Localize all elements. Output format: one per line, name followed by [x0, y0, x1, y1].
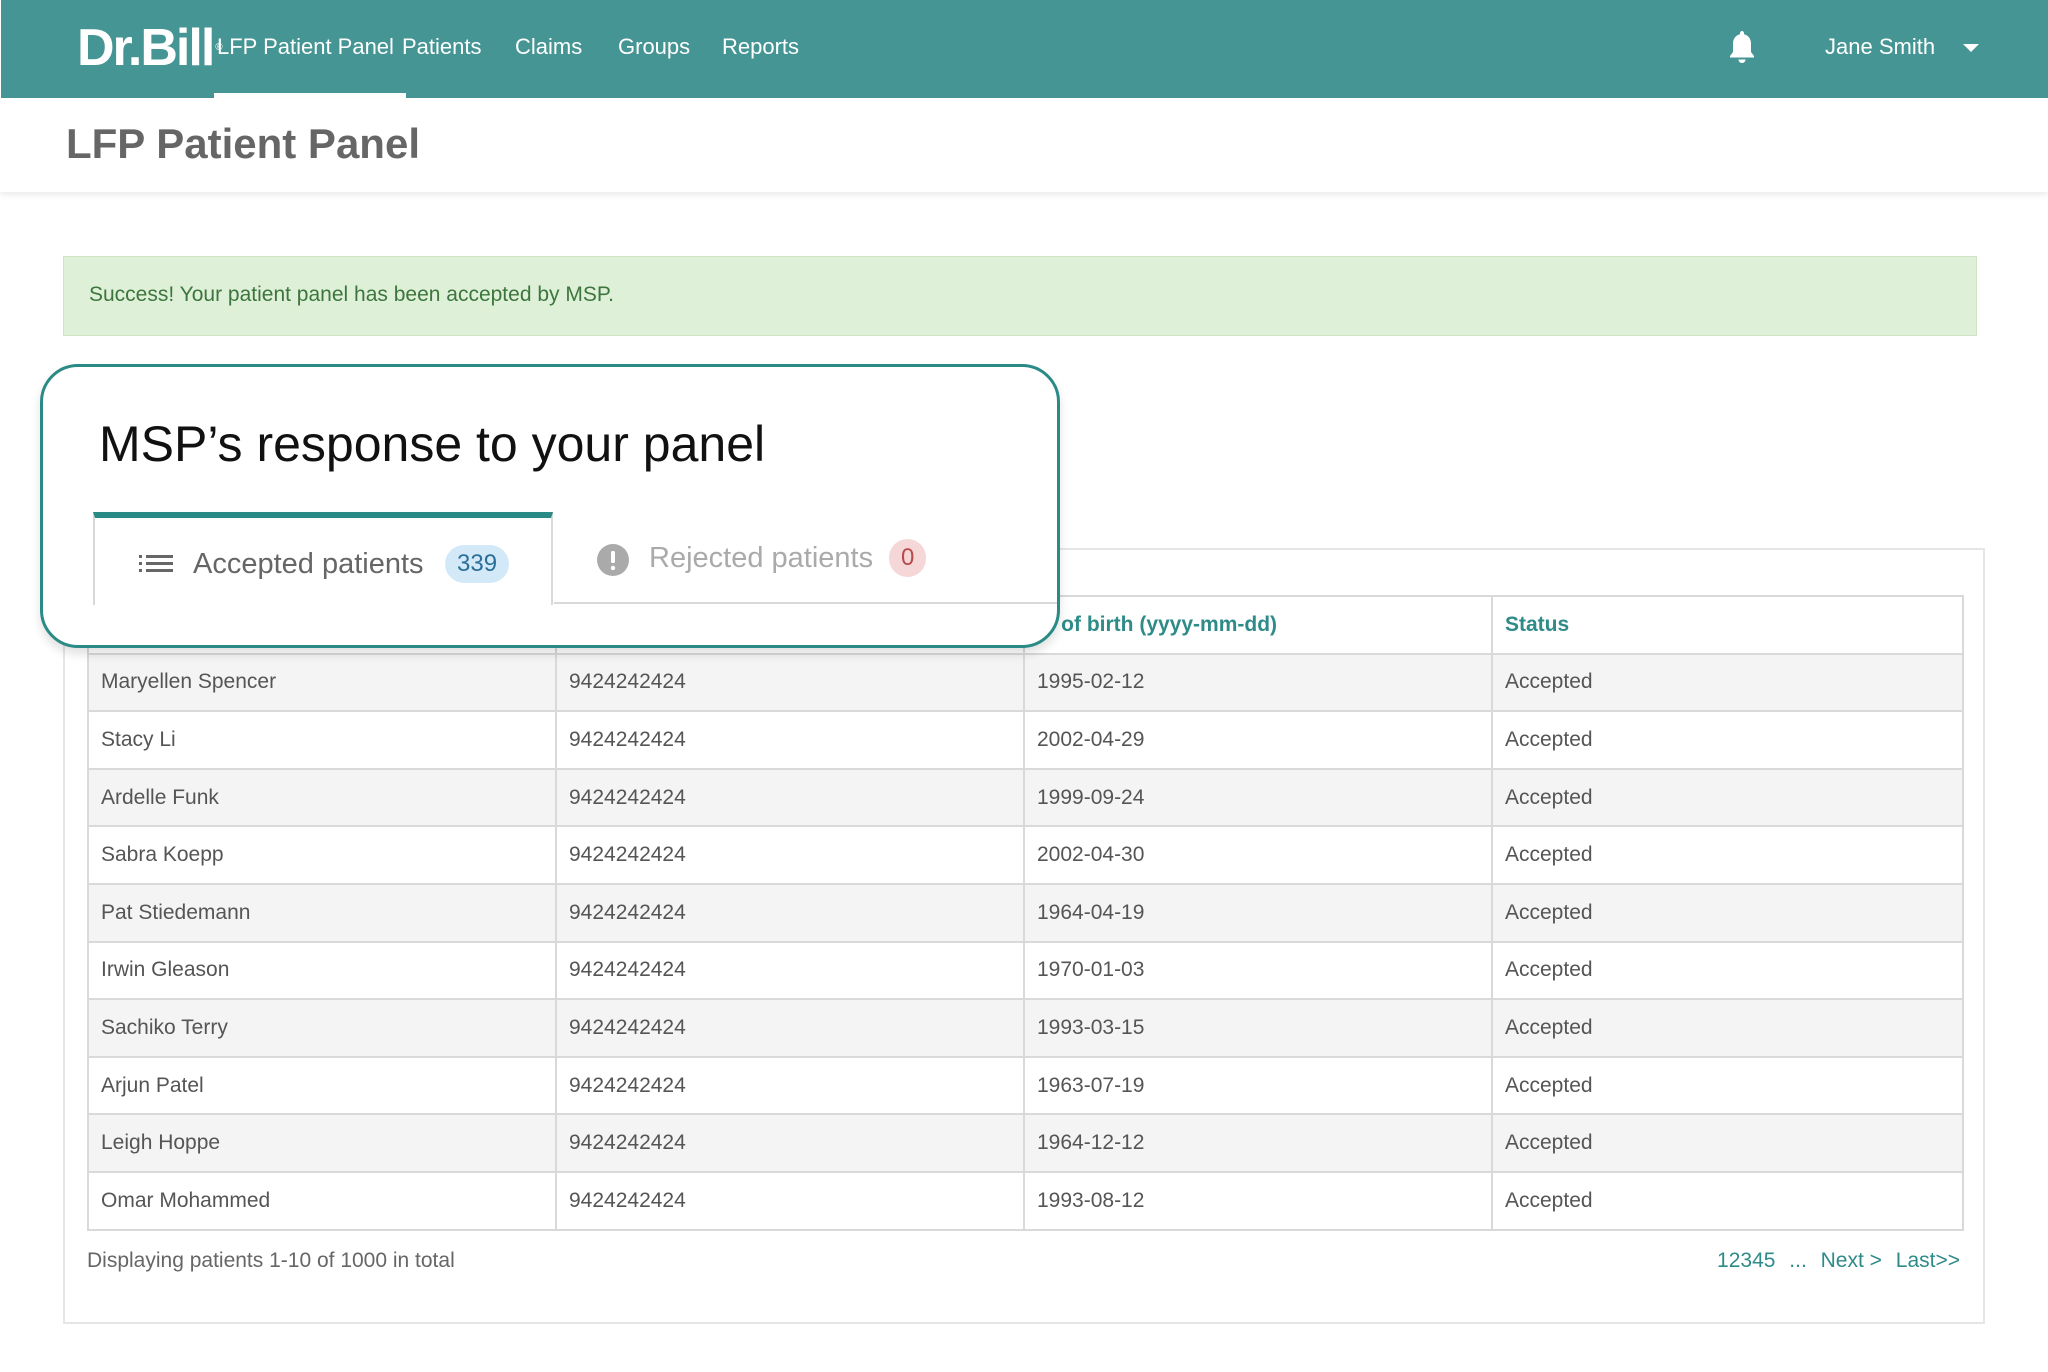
- patient-phn-cell: 9424242424: [555, 767, 1025, 828]
- patient-dob-cell: 1993-03-15: [1023, 998, 1493, 1058]
- patient-phn-cell: 9424242424: [555, 1170, 1025, 1231]
- patient-phn-cell: 9424242424: [555, 998, 1025, 1058]
- table-row[interactable]: Stacy Li 9424242424 2002-04-29 Accepted: [87, 710, 1964, 770]
- table-row[interactable]: Irwin Gleason 9424242424 1970-01-03 Acce…: [87, 940, 1964, 1001]
- patient-phn-cell: 9424242424: [555, 710, 1025, 770]
- patient-dob-cell: 1993-08-12: [1023, 1170, 1493, 1231]
- dr-bill-logo[interactable]: Dr.Bill ®: [77, 18, 223, 78]
- patient-status-cell: Accepted: [1491, 1170, 1964, 1231]
- msp-response-callout: MSP’s response to your panel Accepted pa…: [40, 364, 1060, 648]
- pagination-ellipsis: ...: [1789, 1249, 1807, 1272]
- list-icon: [139, 553, 173, 582]
- patient-name-cell: Sachiko Terry: [87, 998, 557, 1058]
- accepted-count-badge: 339: [445, 545, 510, 583]
- patient-dob-cell: 2002-04-29: [1023, 710, 1493, 770]
- pagination: 12345 ... Next > Last>>: [1709, 1249, 1960, 1273]
- rejected-count-badge: 0: [889, 539, 927, 577]
- patient-name-cell: Pat Stiedemann: [87, 882, 557, 943]
- tab-rejected-patients[interactable]: Rejected patients 0: [553, 512, 1057, 605]
- patient-status-cell: Accepted: [1491, 825, 1964, 885]
- nav-item-claims[interactable]: Claims: [515, 0, 582, 98]
- page-title: LFP Patient Panel: [66, 120, 420, 167]
- tab-label: Rejected patients: [649, 542, 874, 574]
- user-name[interactable]: Jane Smith: [1825, 0, 1935, 98]
- patient-dob-cell: 2002-04-30: [1023, 825, 1493, 885]
- patient-phn-cell: 9424242424: [555, 652, 1025, 713]
- patient-phn-cell: 9424242424: [555, 882, 1025, 943]
- patient-name-cell: Omar Mohammed: [87, 1170, 557, 1231]
- success-alert: Success! Your patient panel has been acc…: [63, 256, 1977, 336]
- patient-status-cell: Accepted: [1491, 1055, 1964, 1116]
- pagination-summary: Displaying patients 1-10 of 1000 in tota…: [87, 1249, 455, 1272]
- patient-status-cell: Accepted: [1491, 1113, 1964, 1173]
- table-row[interactable]: Omar Mohammed 9424242424 1993-08-12 Acce…: [87, 1170, 1964, 1231]
- table-row[interactable]: Sabra Koepp 9424242424 2002-04-30 Accept…: [87, 825, 1964, 885]
- table-row[interactable]: Sachiko Terry 9424242424 1993-03-15 Acce…: [87, 998, 1964, 1058]
- patient-name-cell: Irwin Gleason: [87, 940, 557, 1001]
- patient-name-cell: Stacy Li: [87, 710, 557, 770]
- patient-name-cell: Leigh Hoppe: [87, 1113, 557, 1173]
- patient-name-cell: Sabra Koepp: [87, 825, 557, 885]
- patient-status-cell: Accepted: [1491, 767, 1964, 828]
- table-row[interactable]: Leigh Hoppe 9424242424 1964-12-12 Accept…: [87, 1113, 1964, 1173]
- patient-status-cell: Accepted: [1491, 998, 1964, 1058]
- table-row[interactable]: Pat Stiedemann 9424242424 1964-04-19 Acc…: [87, 882, 1964, 943]
- top-navbar: Dr.Bill ® LFP Patient Panel Patients Clai…: [1, 0, 2048, 98]
- patient-dob-cell: 1964-04-19: [1023, 882, 1493, 943]
- success-alert-message: Success! Your patient panel has been acc…: [89, 283, 614, 306]
- pagination-next[interactable]: Next >: [1821, 1249, 1882, 1272]
- patient-dob-cell: 1970-01-03: [1023, 940, 1493, 1001]
- patient-name-cell: Arjun Patel: [87, 1055, 557, 1116]
- patient-status-cell: Accepted: [1491, 882, 1964, 943]
- patient-phn-cell: 9424242424: [555, 940, 1025, 1001]
- table-row[interactable]: Maryellen Spencer 9424242424 1995-02-12 …: [87, 652, 1964, 713]
- table-row[interactable]: Arjun Patel 9424242424 1963-07-19 Accept…: [87, 1055, 1964, 1116]
- column-header-date-of-birth[interactable]: ate of birth (yyyy-mm-dd): [1023, 595, 1493, 655]
- column-header-status[interactable]: Status: [1491, 595, 1964, 655]
- patient-name-cell: Maryellen Spencer: [87, 652, 557, 713]
- patients-table: ate of birth (yyyy-mm-dd) Status Maryell…: [87, 595, 1964, 1231]
- pagination-pages[interactable]: 12345: [1717, 1249, 1775, 1272]
- exclamation-circle-icon: [596, 543, 630, 582]
- patient-dob-cell: 1964-12-12: [1023, 1113, 1493, 1173]
- tab-label: Accepted patients: [193, 548, 424, 580]
- pagination-last[interactable]: Last>>: [1896, 1249, 1960, 1272]
- tab-accepted-patients[interactable]: Accepted patients 339: [93, 512, 553, 605]
- patient-status-cell: Accepted: [1491, 652, 1964, 713]
- caret-down-icon[interactable]: [1963, 44, 1979, 52]
- table-row[interactable]: Ardelle Funk 9424242424 1999-09-24 Accep…: [87, 767, 1964, 828]
- nav-item-patients[interactable]: Patients: [402, 0, 482, 98]
- bell-icon[interactable]: [1727, 29, 1757, 65]
- patient-dob-cell: 1963-07-19: [1023, 1055, 1493, 1116]
- patient-status-cell: Accepted: [1491, 940, 1964, 1001]
- patient-dob-cell: 1999-09-24: [1023, 767, 1493, 828]
- callout-title: MSP’s response to your panel: [99, 416, 766, 472]
- patient-phn-cell: 9424242424: [555, 825, 1025, 885]
- patient-name-cell: Ardelle Funk: [87, 767, 557, 828]
- patient-phn-cell: 9424242424: [555, 1055, 1025, 1116]
- patient-status-cell: Accepted: [1491, 710, 1964, 770]
- nav-item-lfp-patient-panel[interactable]: LFP Patient Panel: [214, 0, 406, 98]
- patient-phn-cell: 9424242424: [555, 1113, 1025, 1173]
- nav-item-groups[interactable]: Groups: [618, 0, 690, 98]
- nav-item-reports[interactable]: Reports: [722, 0, 799, 98]
- patient-dob-cell: 1995-02-12: [1023, 652, 1493, 713]
- page-header: LFP Patient Panel: [0, 98, 2048, 192]
